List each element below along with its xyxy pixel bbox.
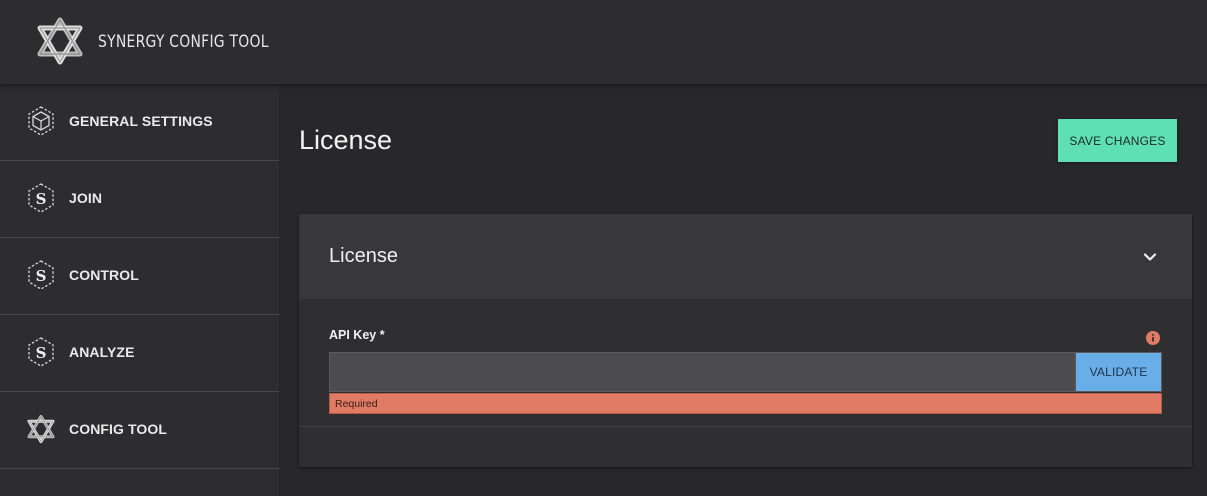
main-content: License SAVE CHANGES License API Key * V… [279, 84, 1207, 496]
info-icon[interactable] [1146, 331, 1160, 345]
sidebar-item-label: CONFIG TOOL [69, 421, 168, 437]
top-bar: SYNERGY CONFIG TOOL [0, 0, 1207, 84]
sidebar: GENERAL SETTINGS JOIN CONTROL ANALYZE CO… [0, 84, 279, 496]
synergy-logo-icon [26, 414, 56, 444]
sidebar-item-label: ANALYZE [69, 344, 135, 360]
synergy-s-icon [26, 337, 56, 367]
api-key-label: API Key * [329, 328, 385, 342]
panel-footer [299, 426, 1192, 467]
page-title: License [299, 125, 393, 155]
license-panel: License API Key * VALIDATE Required [299, 214, 1192, 467]
synergy-s-icon [26, 183, 56, 213]
sidebar-item-analyze[interactable]: ANALYZE [0, 315, 279, 392]
hexagon-cube-icon [26, 106, 56, 136]
synergy-s-icon [26, 260, 56, 290]
app-title: SYNERGY CONFIG TOOL [98, 32, 269, 52]
sidebar-item-control[interactable]: CONTROL [0, 238, 279, 315]
api-key-input[interactable] [329, 352, 1075, 392]
panel-title: License [329, 245, 398, 267]
synergy-logo-icon[interactable] [36, 16, 84, 66]
sidebar-item-label: GENERAL SETTINGS [69, 113, 213, 129]
sidebar-item-config-tool[interactable]: CONFIG TOOL [0, 392, 279, 469]
license-panel-header[interactable]: License [299, 214, 1192, 299]
save-changes-button[interactable]: SAVE CHANGES [1058, 119, 1177, 162]
error-message: Required [335, 398, 378, 410]
validate-button[interactable]: VALIDATE [1075, 352, 1162, 392]
sidebar-item-label: JOIN [69, 190, 103, 206]
sidebar-item-general-settings[interactable]: GENERAL SETTINGS [0, 84, 279, 161]
chevron-down-icon[interactable] [1142, 249, 1158, 265]
validation-error: Required [329, 393, 1162, 414]
sidebar-item-label: CONTROL [69, 267, 139, 283]
sidebar-item-join[interactable]: JOIN [0, 161, 279, 238]
